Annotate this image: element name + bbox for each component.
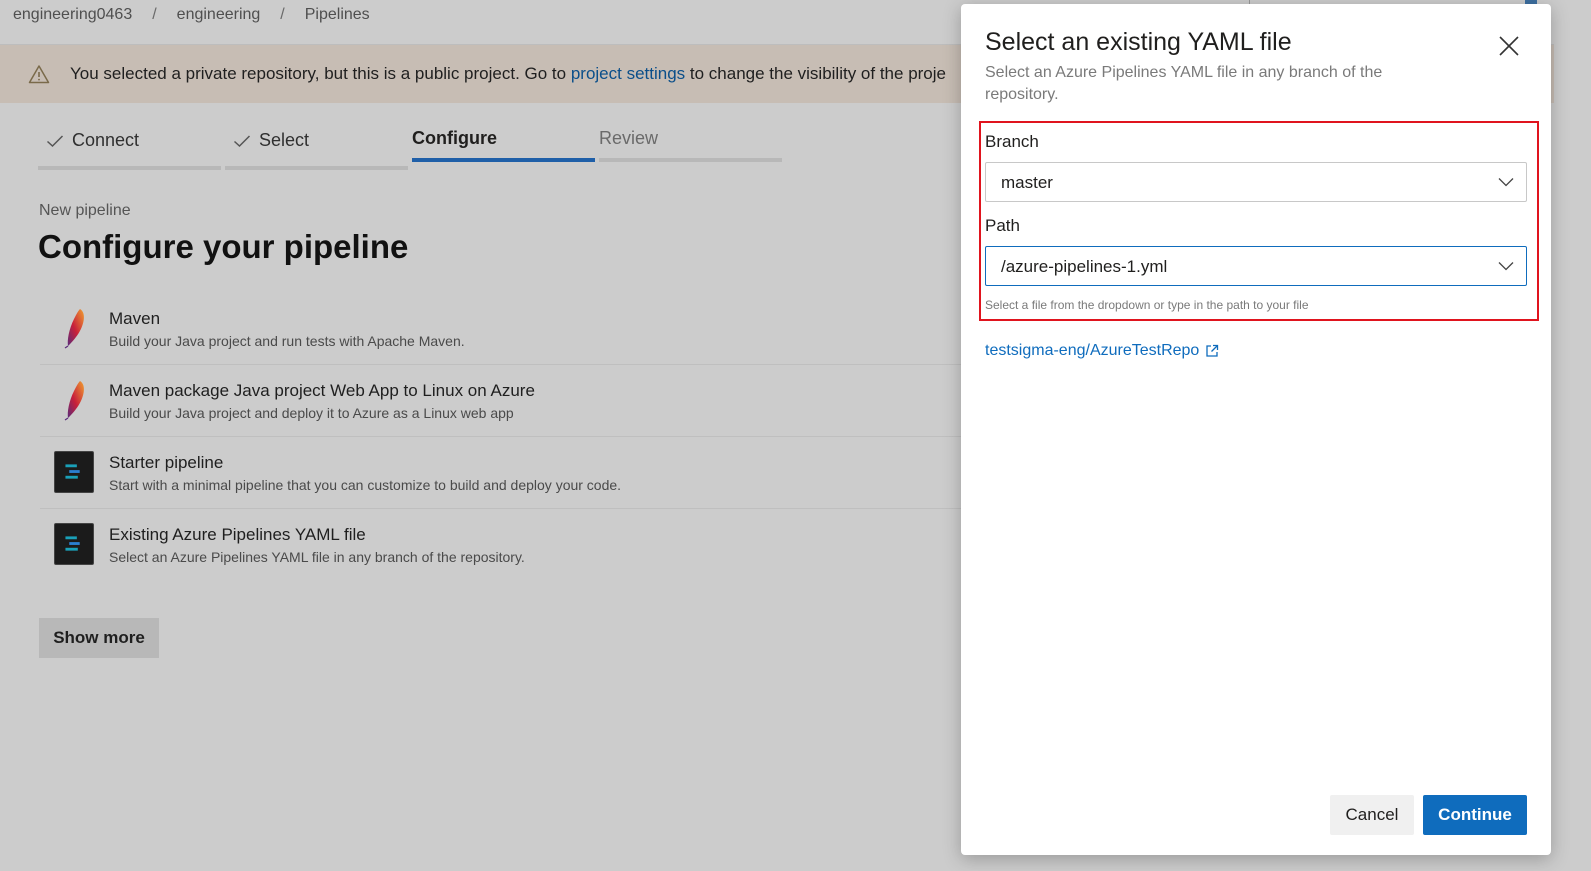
branch-label: Branch bbox=[985, 132, 1039, 151]
wizard-stepper: Connect Select Configure Review bbox=[38, 124, 782, 170]
path-dropdown[interactable]: /azure-pipelines-1.yml bbox=[985, 246, 1527, 286]
template-item-maven[interactable]: Maven Build your Java project and run te… bbox=[40, 293, 980, 365]
template-name: Starter pipeline bbox=[109, 453, 224, 472]
page-title: Configure your pipeline bbox=[38, 228, 409, 265]
step-bar bbox=[599, 158, 782, 162]
apache-feather-icon bbox=[64, 309, 84, 349]
template-name: Existing Azure Pipelines YAML file bbox=[109, 525, 366, 544]
branch-value: master bbox=[1001, 173, 1053, 192]
warning-text-after: to change the visibility of the proje bbox=[685, 64, 946, 83]
template-item-starter[interactable]: Starter pipeline Start with a minimal pi… bbox=[40, 437, 980, 509]
dialog-subtitle: Select an Azure Pipelines YAML file in a… bbox=[985, 64, 1383, 103]
step-bar bbox=[38, 166, 221, 170]
highlight-box bbox=[979, 121, 1539, 321]
step-connect[interactable]: Connect bbox=[38, 124, 221, 170]
step-label: Connect bbox=[72, 130, 140, 150]
dialog-title: Select an existing YAML file bbox=[985, 28, 1292, 56]
cancel-button[interactable]: Cancel bbox=[1330, 795, 1414, 835]
chevron-down-icon bbox=[1498, 262, 1514, 271]
template-description: Build your Java project and deploy it to… bbox=[109, 405, 514, 421]
pipeline-icon bbox=[54, 523, 94, 565]
project-settings-link[interactable]: project settings bbox=[571, 64, 685, 84]
step-label: Configure bbox=[412, 128, 497, 148]
repository-link[interactable]: testsigma-eng/AzureTestRepo bbox=[985, 342, 1219, 360]
step-bar bbox=[225, 166, 408, 170]
template-description: Start with a minimal pipeline that you c… bbox=[109, 477, 622, 493]
breadcrumb-project[interactable]: engineering bbox=[177, 6, 261, 24]
template-name: Maven package Java project Web App to Li… bbox=[109, 381, 535, 400]
warning-icon bbox=[28, 65, 50, 84]
step-select[interactable]: Select bbox=[225, 124, 408, 170]
chevron-down-icon bbox=[1498, 178, 1514, 187]
page-subtitle: New pipeline bbox=[39, 202, 131, 219]
step-label: Review bbox=[599, 128, 659, 148]
breadcrumb-separator: / bbox=[280, 6, 285, 23]
warning-text-before: You selected a private repository, but t… bbox=[70, 64, 571, 83]
breadcrumb-org[interactable]: engineering0463 bbox=[13, 6, 132, 24]
background-right-edge bbox=[1554, 0, 1591, 871]
template-name: Maven bbox=[109, 309, 161, 328]
template-list: Maven Build your Java project and run te… bbox=[40, 293, 980, 581]
template-item-existing-yaml[interactable]: Existing Azure Pipelines YAML file Selec… bbox=[40, 509, 980, 581]
pipeline-icon bbox=[54, 451, 94, 493]
template-description: Build your Java project and run tests wi… bbox=[109, 333, 465, 349]
path-label: Path bbox=[985, 216, 1020, 235]
apache-feather-icon bbox=[64, 381, 84, 421]
show-more-button[interactable]: Show more bbox=[39, 618, 159, 658]
step-bar-active bbox=[412, 158, 595, 162]
breadcrumb: engineering0463 / engineering / Pipeline… bbox=[13, 6, 370, 24]
branch-dropdown[interactable]: master bbox=[985, 162, 1527, 202]
breadcrumb-separator: / bbox=[152, 6, 157, 23]
path-value: /azure-pipelines-1.yml bbox=[1001, 257, 1168, 276]
close-icon[interactable] bbox=[1497, 34, 1521, 58]
external-link-icon bbox=[1206, 344, 1219, 357]
step-configure[interactable]: Configure bbox=[412, 124, 595, 170]
template-item-maven-webapp[interactable]: Maven package Java project Web App to Li… bbox=[40, 365, 980, 437]
checkmark-icon bbox=[233, 134, 251, 147]
continue-button[interactable]: Continue bbox=[1423, 795, 1527, 835]
select-yaml-dialog: Select an existing YAML file Select an A… bbox=[961, 4, 1551, 855]
path-hint: Select a file from the dropdown or type … bbox=[985, 298, 1309, 312]
step-label: Select bbox=[259, 130, 310, 150]
breadcrumb-page[interactable]: Pipelines bbox=[305, 6, 370, 24]
repository-link-text: testsigma-eng/AzureTestRepo bbox=[985, 342, 1200, 359]
template-description: Select an Azure Pipelines YAML file in a… bbox=[109, 549, 525, 565]
checkmark-icon bbox=[46, 134, 64, 147]
step-review[interactable]: Review bbox=[599, 124, 782, 170]
